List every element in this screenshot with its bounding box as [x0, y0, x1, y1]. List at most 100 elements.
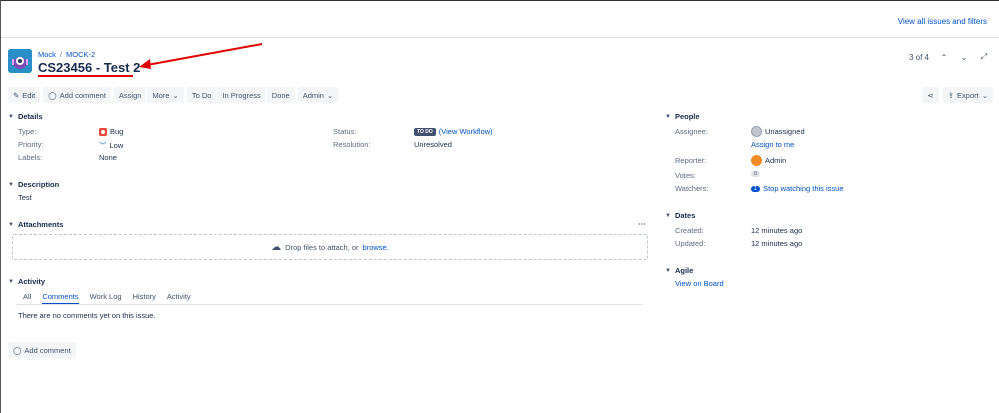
chevron-down-icon: ⌄ [172, 90, 179, 100]
view-on-board-link[interactable]: View on Board [675, 279, 724, 288]
chevron-down-icon: ⌄ [326, 90, 334, 100]
in-progress-button[interactable]: In Progress [217, 87, 266, 103]
created-label: Created: [675, 226, 704, 235]
attachments-heading[interactable]: ▼ Attachments [8, 220, 63, 229]
issue-title[interactable]: CS23456 - Test 2 [38, 60, 140, 75]
view-workflow-link[interactable]: (View Workflow) [439, 127, 493, 136]
resolution-value: Unresolved [414, 140, 452, 149]
share-button[interactable]: ⋖ [922, 87, 939, 103]
stop-watching-link[interactable]: Stop watching this issue [763, 184, 843, 193]
votes-count: 0 [751, 171, 761, 177]
type-label: Type: [18, 127, 37, 136]
edit-label: Edit [22, 90, 36, 100]
add-comment-label: Add comment [59, 90, 106, 100]
activity-heading[interactable]: ▼ Activity [8, 277, 45, 286]
add-comment-bottom-button[interactable]: ◯ Add comment [8, 342, 76, 358]
priority-low-icon: ﹀ [99, 141, 107, 150]
description-heading-label: Description [17, 180, 60, 189]
assign-button[interactable]: Assign [113, 87, 147, 103]
description-heading[interactable]: ▼ Description [8, 180, 59, 189]
pager-position: 3 of 4 [908, 52, 929, 62]
status-badge: TO DO [414, 127, 436, 136]
assignee-text: Unassigned [765, 127, 805, 136]
watchers-count[interactable]: 1 [751, 185, 761, 192]
status-value: TO DO (View Workflow) [414, 127, 493, 136]
drop-text: Drop files to attach, or [285, 242, 359, 252]
details-heading[interactable]: ▼ Details [8, 112, 43, 121]
add-comment-button[interactable]: ◯ Add comment [43, 87, 111, 103]
comment-icon: ◯ [13, 345, 22, 355]
priority-label: Priority: [18, 140, 44, 149]
chevron-down-icon: ⌄ [981, 90, 988, 100]
priority-text: Low [109, 141, 124, 150]
pencil-icon: ✎ [13, 90, 20, 100]
add-comment-bottom-label: Add comment [24, 345, 71, 355]
reporter-avatar [751, 155, 762, 166]
bug-icon [99, 127, 107, 136]
assignee-label: Assignee: [675, 127, 708, 136]
more-button[interactable]: More ⌄ [147, 87, 184, 103]
more-label: More [152, 90, 170, 100]
admin-button[interactable]: Admin ⌄ [297, 87, 339, 103]
agile-heading-label: Agile [674, 266, 694, 275]
priority-value: ﹀ Low [99, 140, 123, 151]
created-value: 12 minutes ago [751, 226, 803, 235]
chevron-down-icon: ▼ [665, 212, 671, 219]
annotation-underline [38, 75, 133, 77]
to-do-button[interactable]: To Do [186, 87, 217, 103]
dates-heading[interactable]: ▼ Dates [665, 211, 695, 220]
watchers-value: 1 Stop watching this issue [751, 184, 844, 193]
view-all-issues-link[interactable]: View all issues and filters [898, 17, 987, 26]
assignee-value: Unassigned [751, 126, 805, 137]
robot-icon [8, 49, 32, 73]
people-heading[interactable]: ▼ People [665, 112, 700, 121]
project-avatar[interactable] [8, 49, 32, 73]
breadcrumb-issue-key[interactable]: MOCK-2 [66, 50, 95, 59]
expand-icon[interactable]: ⤢ [979, 52, 989, 62]
cloud-upload-icon: ☁ [271, 241, 282, 253]
tab-divider [17, 304, 643, 305]
resolution-label: Resolution: [333, 140, 371, 149]
browse-link[interactable]: browse. [363, 243, 389, 252]
edit-button[interactable]: ✎ Edit [8, 87, 41, 103]
type-value: Bug [99, 127, 123, 136]
more-options-icon[interactable]: ⋯ [638, 219, 646, 228]
workflow-group: To Do In Progress Done [186, 87, 295, 103]
assign-to-me-link[interactable]: Assign to me [751, 140, 794, 149]
no-comments-text: There are no comments yet on this issue. [18, 311, 156, 320]
breadcrumb-project[interactable]: Mock [38, 50, 56, 59]
export-label: Export [957, 90, 979, 100]
reporter-label: Reporter: [675, 156, 707, 165]
votes-value[interactable]: 0 [751, 171, 761, 177]
chevron-down-icon: ▼ [8, 181, 14, 188]
attachment-dropzone[interactable]: ☁ Drop files to attach, or browse. [12, 234, 648, 260]
comment-icon: ◯ [48, 90, 57, 100]
chevron-down-icon: ▼ [8, 221, 14, 228]
unassigned-avatar [751, 126, 762, 137]
share-icon: ⋖ [927, 90, 934, 100]
toolbar-right: ⋖ ⇪ Export ⌄ [922, 87, 993, 103]
page-frame [0, 0, 999, 413]
activity-heading-label: Activity [17, 277, 46, 286]
export-button[interactable]: ⇪ Export ⌄ [942, 87, 993, 103]
description-text[interactable]: Test [18, 193, 32, 202]
reporter-text: Admin [765, 156, 787, 165]
labels-label: Labels: [18, 153, 43, 162]
dates-heading-label: Dates [674, 211, 696, 220]
chevron-down-icon[interactable]: ⌄ [959, 53, 969, 62]
chevron-down-icon: ▼ [665, 267, 671, 274]
top-bar: View all issues and filters [1, 1, 999, 38]
admin-label: Admin [302, 90, 324, 100]
attachments-heading-label: Attachments [17, 220, 64, 229]
people-heading-label: People [674, 112, 700, 121]
updated-value: 12 minutes ago [751, 239, 803, 248]
agile-heading[interactable]: ▼ Agile [665, 266, 693, 275]
updated-label: Updated: [675, 239, 706, 248]
status-label: Status: [333, 127, 357, 136]
breadcrumb-separator: / [59, 50, 63, 59]
chevron-down-icon: ▼ [8, 278, 14, 285]
chevron-down-icon: ▼ [8, 113, 14, 120]
done-button[interactable]: Done [266, 87, 295, 103]
labels-value: None [99, 153, 117, 162]
chevron-up-icon[interactable]: ⌃ [939, 53, 949, 62]
